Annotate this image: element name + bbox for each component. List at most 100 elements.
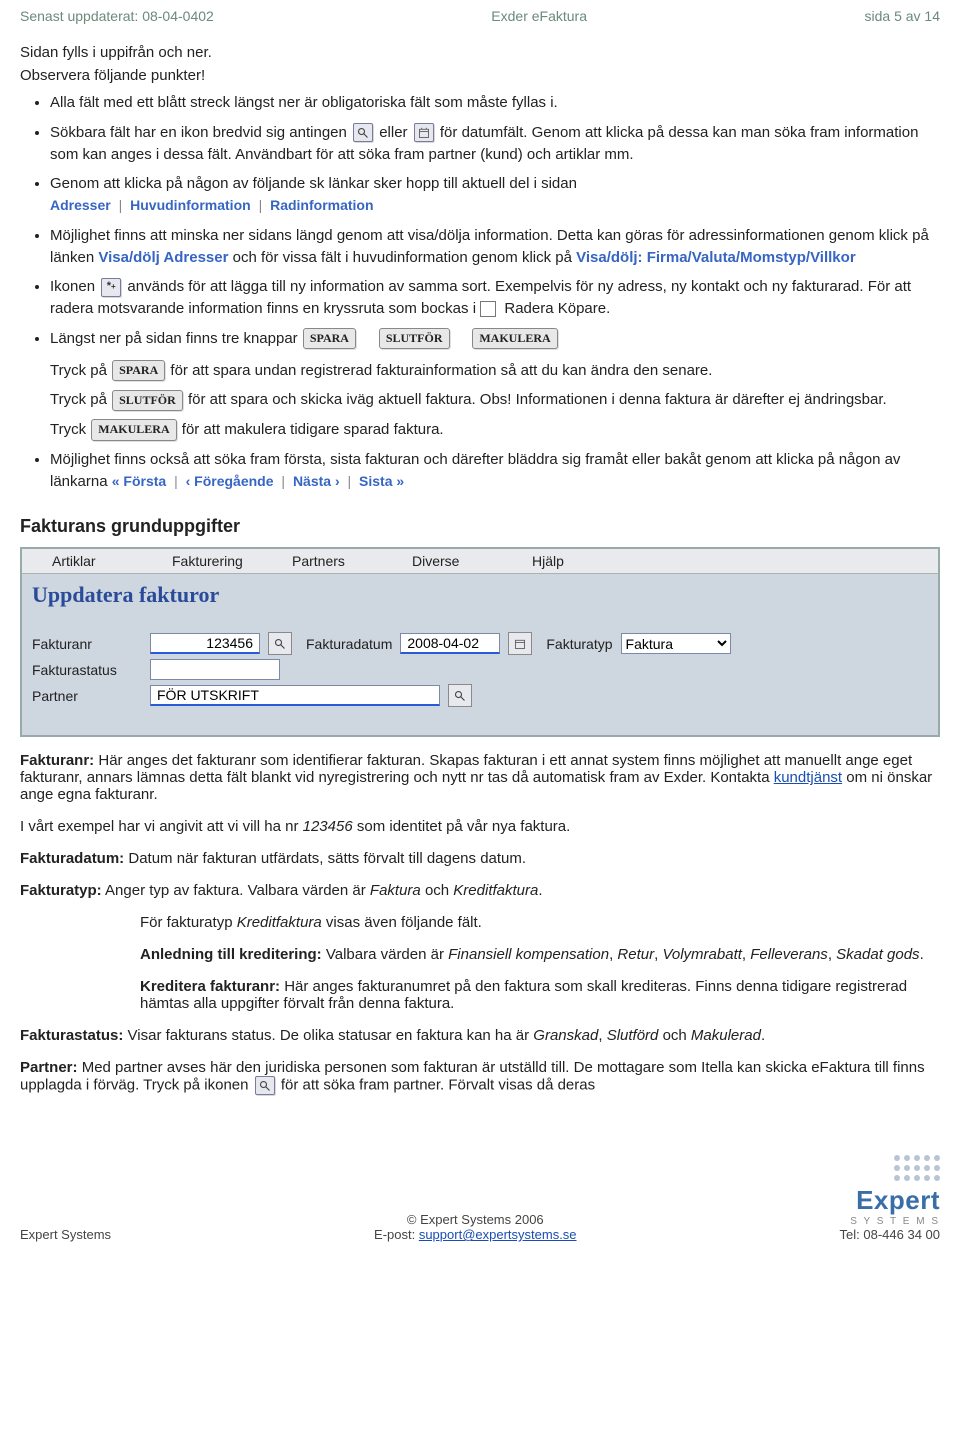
menu-diverse[interactable]: Diverse xyxy=(412,553,532,569)
b7a: Tryck på xyxy=(50,362,111,379)
and-2: och xyxy=(663,1027,691,1044)
example-b: som identitet på vår nya faktura. xyxy=(357,818,570,835)
visa-dolj-adresser-link[interactable]: Visa/dölj Adresser xyxy=(98,249,228,266)
para-fakturatyp: Fakturatyp: Anger typ av faktura. Valbar… xyxy=(20,882,940,899)
ftyp-line-b: visas även följande fält. xyxy=(326,914,482,931)
label-fakturanr: Fakturanr xyxy=(32,636,142,652)
para-kreditera: Kreditera fakturanr: Här anges fakturanu… xyxy=(140,978,940,1012)
bullet-3-text: Genom att klicka på någon av följande sk… xyxy=(50,175,577,192)
link-huvudinfo[interactable]: Huvudinformation xyxy=(130,197,251,213)
bullet-7: Möjlighet finns också att söka fram förs… xyxy=(50,449,940,493)
para-partner: Partner: Med partner avses här den jurid… xyxy=(20,1059,940,1095)
page-footer: Expert Systems © Expert Systems 2006 E-p… xyxy=(20,1155,940,1242)
anledning-a: Valbara värden är xyxy=(326,946,448,963)
bullet-3: Genom att klicka på någon av följande sk… xyxy=(50,173,940,217)
page-header: Senast uppdaterat: 08-04-0402 Exder eFak… xyxy=(20,8,940,24)
logo-name: Expert xyxy=(840,1185,940,1216)
b9b: för att makulera tidigare sparad faktura… xyxy=(182,421,444,438)
ftyp-val: Kreditfaktura xyxy=(237,914,322,931)
visa-dolj-firma-link[interactable]: Visa/dölj: Firma/Valuta/Momstyp/Villkor xyxy=(576,249,856,266)
nav-last[interactable]: Sista » xyxy=(359,473,404,489)
fakturatyp-text-a: Anger typ av faktura. Valbara värden är xyxy=(105,882,370,899)
b8b: för att spara och skicka iväg aktuell fa… xyxy=(188,391,887,408)
nav-next[interactable]: Nästa › xyxy=(293,473,340,489)
menu-artiklar[interactable]: Artiklar xyxy=(52,553,172,569)
nav-prev[interactable]: ‹ Föregående xyxy=(186,473,274,489)
menu-hjalp[interactable]: Hjälp xyxy=(532,553,652,569)
search-icon-2 xyxy=(255,1076,275,1095)
nav-first[interactable]: « Första xyxy=(112,473,166,489)
ftyp-line: För fakturatyp xyxy=(140,914,237,931)
section-title: Fakturans grunduppgifter xyxy=(20,516,940,537)
fakturatyp-label: Fakturatyp: xyxy=(20,882,102,899)
input-fakturastatus[interactable] xyxy=(150,659,280,680)
menu-partners[interactable]: Partners xyxy=(292,553,412,569)
anledning-label: Anledning till kreditering: xyxy=(140,946,322,963)
input-fakturanr[interactable] xyxy=(150,633,260,654)
bullet-6-text: Längst ner på sidan finns tre knappar xyxy=(50,330,302,347)
input-fakturadatum[interactable] xyxy=(400,633,500,654)
dot: . xyxy=(606,300,610,317)
logo-sub: S Y S T E M S xyxy=(840,1216,940,1227)
footer-tel: Tel: 08-446 34 00 xyxy=(840,1227,940,1242)
menu-fakturering[interactable]: Fakturering xyxy=(172,553,292,569)
bullet-5: Ikonen *+ används för att lägga till ny … xyxy=(50,276,940,320)
label-fakturadatum: Fakturadatum xyxy=(300,636,392,652)
spara-button-2[interactable]: SPARA xyxy=(112,360,165,381)
kundtjanst-link[interactable]: kundtjänst xyxy=(774,769,842,786)
fstatus-text-a: Visar fakturans status. De olika statusa… xyxy=(128,1027,534,1044)
b9a: Tryck xyxy=(50,421,90,438)
form-screenshot: Artiklar Fakturering Partners Diverse Hj… xyxy=(20,547,940,737)
example-nr: 123456 xyxy=(303,818,353,835)
fstatus-1: Slutförd xyxy=(607,1027,659,1044)
fakturadatum-text: Datum när fakturan utfärdats, sätts förv… xyxy=(128,850,526,867)
bullet-2-text-a: Sökbara fält har en ikon bredvid sig ant… xyxy=(50,124,351,141)
header-page: sida 5 av 14 xyxy=(865,8,941,24)
fakturanr-label: Fakturanr: xyxy=(20,752,94,769)
makulera-button[interactable]: MAKULERA xyxy=(472,328,557,349)
fakturatyp-val-b: Kreditfaktura xyxy=(453,882,538,899)
fstatus-2: Makulerad xyxy=(691,1027,761,1044)
spara-button[interactable]: SPARA xyxy=(303,328,356,349)
select-fakturatyp[interactable]: Faktura xyxy=(621,633,731,654)
para-anledning: Anledning till kreditering: Valbara värd… xyxy=(140,946,940,963)
bullet-6: Längst ner på sidan finns tre knappar SP… xyxy=(50,328,940,441)
calendar-icon xyxy=(414,123,434,142)
footer-email-link[interactable]: support@expertsystems.se xyxy=(419,1227,577,1242)
add-icon: *+ xyxy=(101,278,121,297)
anl-2: Volymrabatt xyxy=(662,946,741,963)
para-fakturastatus: Fakturastatus: Visar fakturans status. D… xyxy=(20,1027,940,1044)
partner-text-b: för att söka fram partner. Förvalt visas… xyxy=(281,1077,595,1094)
label-fakturastatus: Fakturastatus xyxy=(32,662,142,678)
fakturadatum-label: Fakturadatum: xyxy=(20,850,124,867)
para-example: I vårt exempel har vi angivit att vi vil… xyxy=(20,818,940,835)
logo-dots-icon xyxy=(894,1155,940,1181)
bullet-5-text-a: Ikonen xyxy=(50,278,99,295)
makulera-button-2[interactable]: MAKULERA xyxy=(91,419,176,440)
checkbox-icon xyxy=(480,301,496,317)
slutfor-button[interactable]: SLUTFÖR xyxy=(379,328,450,349)
link-radinfo[interactable]: Radinformation xyxy=(270,197,373,213)
radera-kopare-label: Radera Köpare xyxy=(500,300,606,317)
para-fakturadatum: Fakturadatum: Datum när fakturan utfärda… xyxy=(20,850,940,867)
link-bar: Adresser | Huvudinformation | Radinforma… xyxy=(50,197,374,213)
app-menubar: Artiklar Fakturering Partners Diverse Hj… xyxy=(22,549,938,574)
bullet-2-or: eller xyxy=(379,124,412,141)
para-fakturanr: Fakturanr: Här anges det fakturanr som i… xyxy=(20,752,940,803)
search-fakturanr-icon[interactable] xyxy=(268,632,292,655)
bullet-2: Sökbara fält har en ikon bredvid sig ant… xyxy=(50,122,940,166)
example-a: I vårt exempel har vi angivit att vi vil… xyxy=(20,818,303,835)
fakturatyp-val-a: Faktura xyxy=(370,882,421,899)
fstatus-0: Granskad xyxy=(533,1027,598,1044)
anl-1: Retur xyxy=(617,946,654,963)
link-adresser[interactable]: Adresser xyxy=(50,197,111,213)
bullet-1: Alla fält med ett blått streck längst ne… xyxy=(50,92,940,114)
footer-copyright: © Expert Systems 2006 xyxy=(111,1212,840,1227)
slutfor-button-2[interactable]: SLUTFÖR xyxy=(112,390,183,411)
input-partner[interactable] xyxy=(150,685,440,706)
anl-0: Finansiell kompensation xyxy=(448,946,609,963)
intro-line-2: Observera följande punkter! xyxy=(20,67,940,84)
radera-kopare-box: Radera Köpare xyxy=(480,300,606,317)
search-partner-icon[interactable] xyxy=(448,684,472,707)
calendar-fakturadatum-icon[interactable] xyxy=(508,632,532,655)
